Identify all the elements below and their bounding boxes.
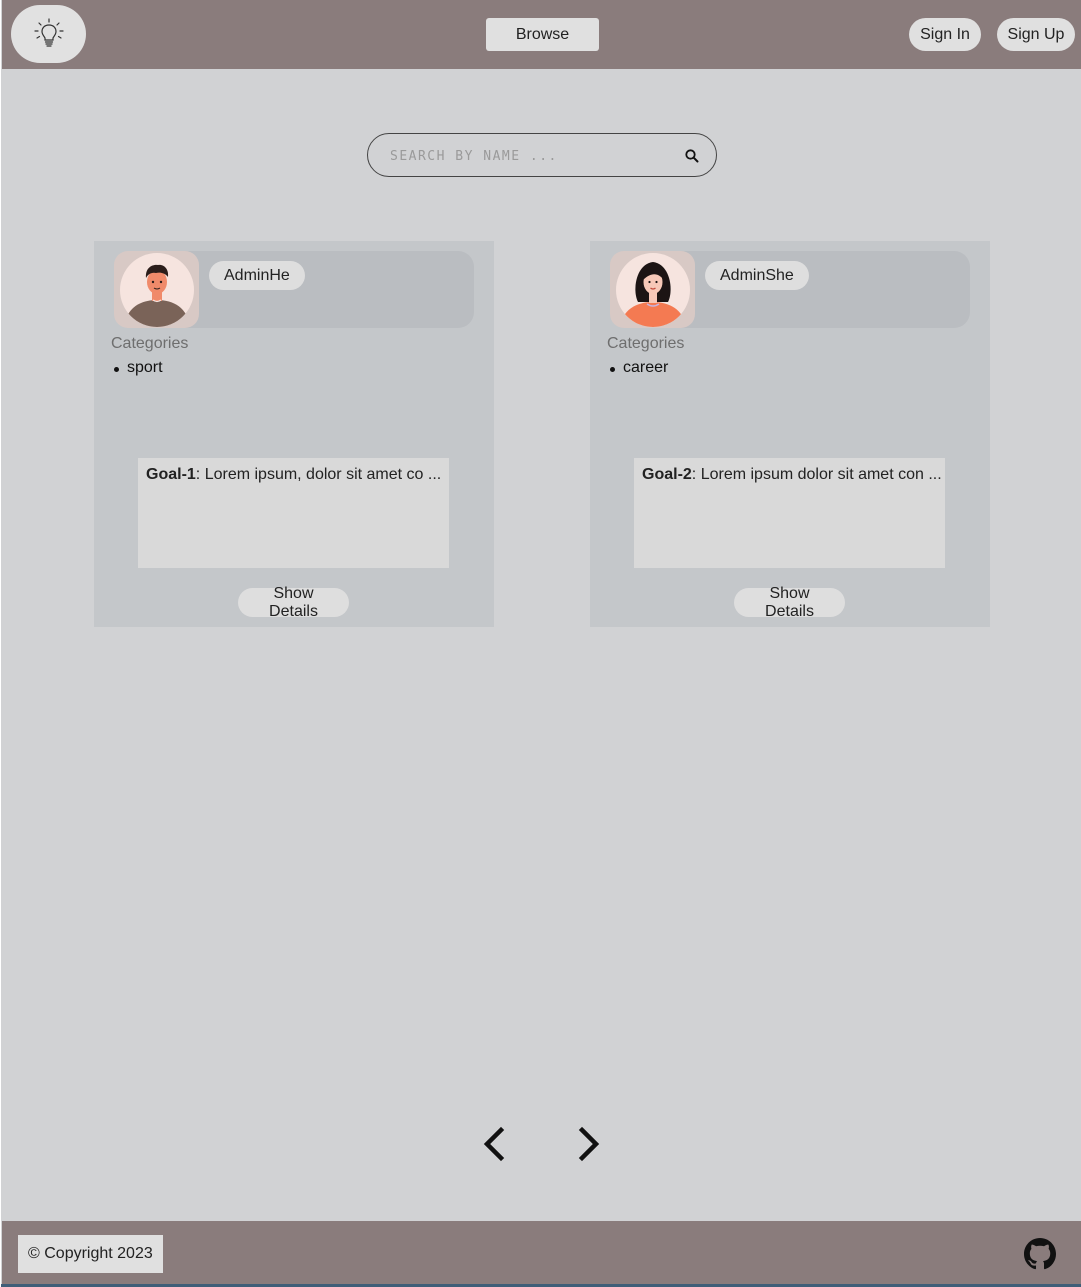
top-navbar: Browse Sign In Sign Up [2, 0, 1081, 69]
category-item: career [607, 359, 668, 377]
category-list: sport [111, 359, 163, 377]
categories-label: Categories [111, 335, 189, 352]
chevron-left-icon[interactable] [480, 1125, 506, 1163]
category-item: sport [111, 359, 163, 377]
category-list: career [607, 359, 668, 377]
footer: © Copyright 2023 [2, 1221, 1081, 1284]
show-details-button[interactable]: Show Details [734, 585, 845, 620]
sign-up-button[interactable]: Sign Up [997, 18, 1075, 51]
goal-card: AdminHe Categories sport Goal-1: Lorem i… [94, 241, 494, 627]
search-bar [367, 133, 717, 177]
search-input[interactable] [390, 145, 670, 167]
chevron-right-icon[interactable] [577, 1125, 603, 1163]
user-header: AdminHe [114, 251, 474, 328]
user-name[interactable]: AdminHe [209, 261, 305, 290]
goal-title: Goal-1 [146, 466, 196, 483]
male-avatar-icon [119, 252, 194, 327]
browse-button[interactable]: Browse [486, 18, 599, 51]
lightbulb-icon [33, 18, 64, 47]
avatar [114, 251, 199, 328]
page: Browse Sign In Sign Up SEARCH BY NAME ..… [0, 0, 1081, 1287]
female-avatar-icon [615, 252, 690, 327]
home-logo-button[interactable] [11, 5, 86, 63]
goal-preview: Goal-1: Lorem ipsum, dolor sit amet co .… [138, 458, 449, 568]
search-icon[interactable] [684, 148, 700, 164]
show-details-button[interactable]: Show Details [238, 585, 349, 620]
user-header: AdminShe [610, 251, 970, 328]
github-icon[interactable] [1024, 1238, 1056, 1270]
goal-card: AdminShe Categories career Goal-2: Lorem… [590, 241, 990, 627]
categories-label: Categories [607, 335, 685, 352]
goal-text: : Lorem ipsum, dolor sit amet co ... [195, 466, 442, 483]
goal-text: : Lorem ipsum dolor sit amet con ... [691, 466, 942, 483]
copyright-text: © Copyright 2023 [18, 1235, 163, 1273]
user-name[interactable]: AdminShe [705, 261, 809, 290]
avatar [610, 251, 695, 328]
goal-title: Goal-2 [642, 466, 692, 483]
sign-in-button[interactable]: Sign In [909, 18, 981, 51]
goal-preview: Goal-2: Lorem ipsum dolor sit amet con .… [634, 458, 945, 568]
